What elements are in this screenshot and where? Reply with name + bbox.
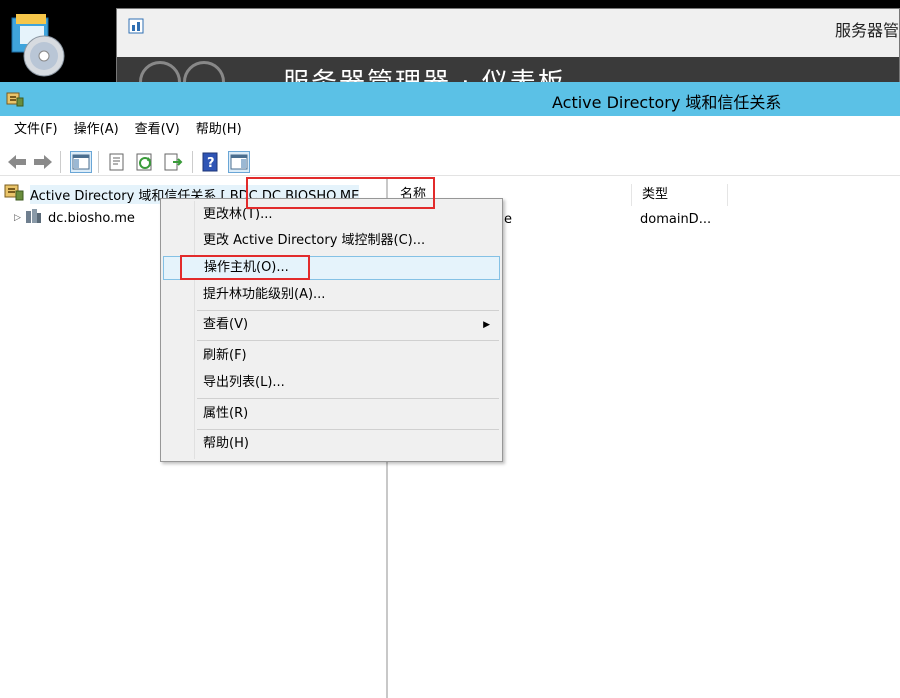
menu-item-view-label: 查看(V)	[203, 317, 249, 332]
menu-separator	[197, 310, 499, 311]
svg-text:?: ?	[207, 156, 215, 171]
toolbar-separator	[60, 151, 61, 173]
export-list-icon[interactable]	[162, 151, 184, 173]
toolbar: ?	[0, 144, 900, 176]
row-type-cell: domainD...	[640, 212, 712, 227]
server-manager-icon	[127, 17, 145, 35]
title-bar[interactable]: Active Directory 域和信任关系	[0, 82, 900, 116]
ad-domains-app-icon[interactable]	[6, 91, 24, 107]
menu-action[interactable]: 操作(A)	[66, 116, 127, 144]
show-hide-console-tree-icon[interactable]	[70, 151, 92, 173]
row-name-cell: e	[504, 212, 512, 227]
menu-separator	[197, 429, 499, 430]
tree-node-domain-label: dc.biosho.me	[48, 210, 135, 226]
back-arrow-icon[interactable]	[6, 151, 28, 173]
context-menu: 更改林(T)... 更改 Active Directory 域控制器(C)...…	[160, 198, 503, 462]
help-icon[interactable]: ?	[200, 151, 222, 173]
server-manager-title: 服务器管	[834, 21, 899, 40]
column-header-type[interactable]: 类型	[632, 184, 728, 206]
show-hide-action-pane-icon[interactable]	[228, 151, 250, 173]
toolbar-separator	[192, 151, 193, 173]
menu-help[interactable]: 帮助(H)	[188, 116, 250, 144]
menu-separator	[197, 340, 499, 341]
menu-item-view[interactable]: 查看(V) ▶	[163, 313, 500, 337]
properties-icon[interactable]	[106, 151, 128, 173]
refresh-icon[interactable]	[134, 151, 156, 173]
menu-item-raise-forest-level[interactable]: 提升林功能级别(A)...	[163, 283, 500, 307]
annotation-box-dc-name	[246, 177, 435, 209]
annotation-box-operations-masters	[180, 255, 310, 280]
ad-domains-node-icon	[4, 184, 24, 204]
forward-arrow-icon[interactable]	[32, 151, 54, 173]
domain-node-icon	[24, 208, 42, 228]
menu-item-properties[interactable]: 属性(R)	[163, 402, 500, 426]
menu-item-help[interactable]: 帮助(H)	[163, 432, 500, 456]
server-manager-window[interactable]: 服务器管 服务器管理器 · 仪表板	[116, 8, 900, 103]
toolbar-separator	[98, 151, 99, 173]
menu-bar: 文件(F) 操作(A) 查看(V) 帮助(H)	[0, 116, 900, 144]
menu-separator	[197, 398, 499, 399]
submenu-arrow-icon: ▶	[483, 320, 490, 330]
menu-item-refresh[interactable]: 刷新(F)	[163, 344, 500, 368]
menu-view[interactable]: 查看(V)	[127, 116, 188, 144]
screen: 服务器管 服务器管理器 · 仪表板 Active Directory 域和信任关…	[0, 0, 900, 698]
setup-disc-icon[interactable]	[6, 10, 70, 80]
menu-item-export-list[interactable]: 导出列表(L)...	[163, 371, 500, 395]
menu-file[interactable]: 文件(F)	[6, 116, 66, 144]
window-title: Active Directory 域和信任关系	[552, 93, 782, 112]
tree-node-domain[interactable]: ▷ dc.biosho.me	[14, 208, 135, 228]
menu-item-change-dc[interactable]: 更改 Active Directory 域控制器(C)...	[163, 229, 500, 253]
expand-triangle-icon[interactable]: ▷	[14, 213, 24, 223]
